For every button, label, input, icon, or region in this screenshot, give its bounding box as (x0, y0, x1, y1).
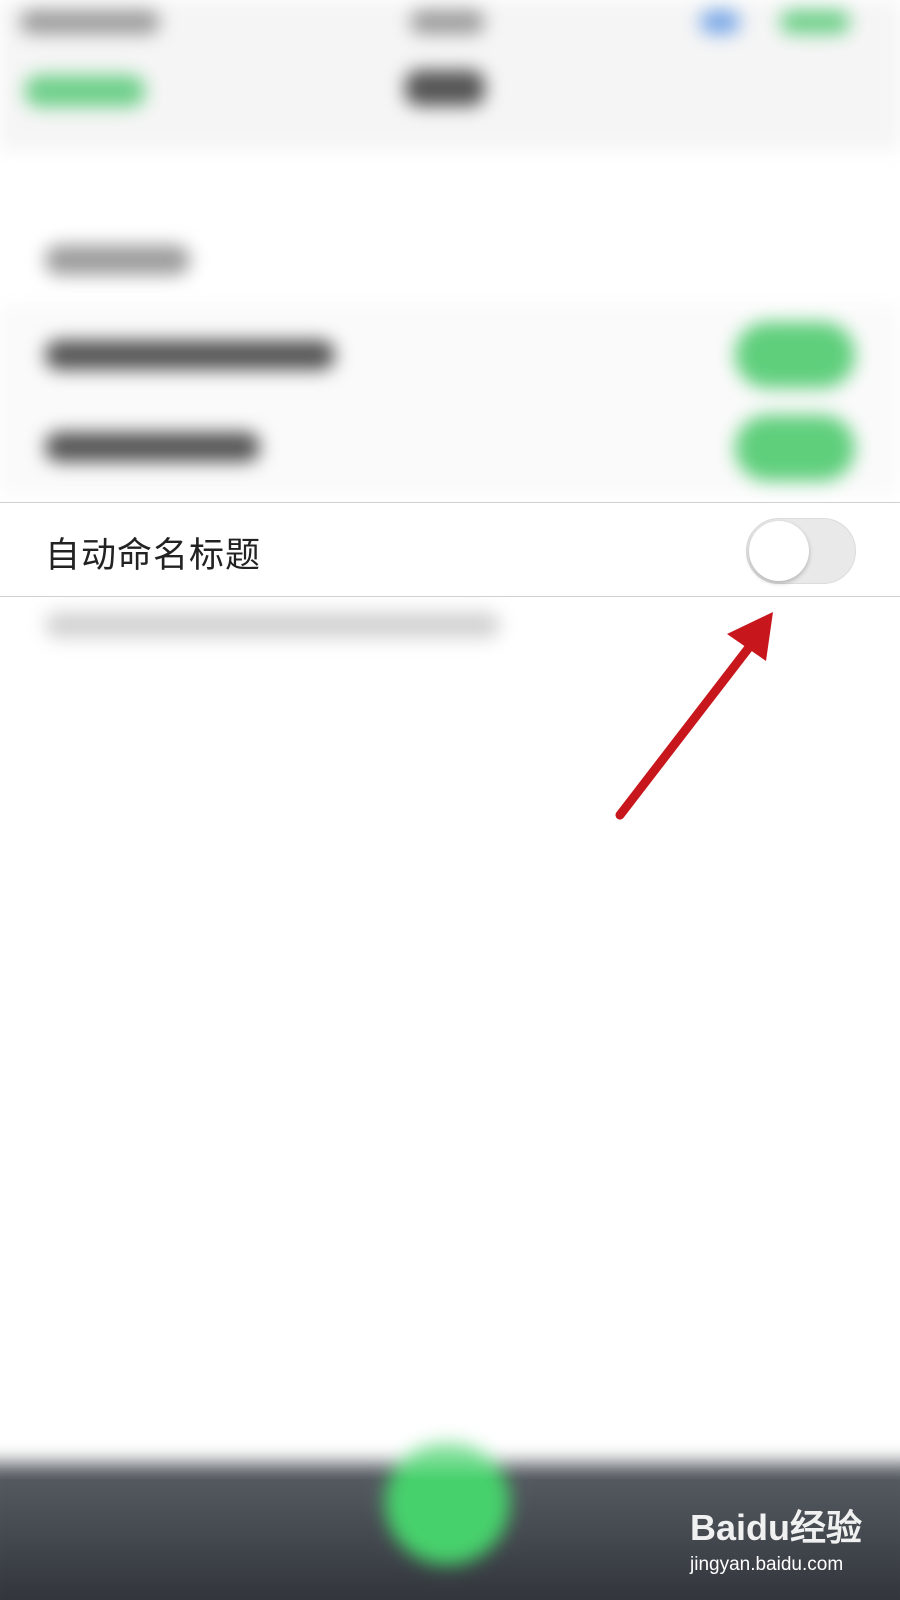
toggle-knob[interactable] (749, 521, 809, 581)
wm-brand-text: Baidu经验 (690, 1507, 862, 1548)
baidu-paw-logo-icon: Baidu经验 (690, 1507, 862, 1548)
status-location-blur (700, 10, 740, 34)
setting-row-auto-title: 自动命名标题 (0, 502, 900, 597)
watermark: Baidu经验 jingyan.baidu.com (690, 1500, 890, 1585)
description-blur (45, 612, 500, 638)
screen: 自动命名标题 Baidu经验 jingyan.baidu.com (0, 0, 900, 1600)
wm-url: jingyan.baidu.com (690, 1554, 844, 1575)
status-time-blur (20, 10, 160, 34)
back-button-blur (25, 75, 145, 107)
tab-bar-fade (0, 1400, 900, 1480)
row-2-label-blur (45, 432, 260, 462)
setting-label: 自动命名标题 (45, 536, 262, 576)
row-1-toggle-blur (735, 322, 855, 388)
nav-title-blur (405, 70, 485, 106)
status-carrier-blur (410, 10, 485, 34)
auto-title-toggle[interactable] (746, 518, 856, 584)
row-1-label-blur (45, 340, 335, 370)
blurred-background (0, 0, 900, 1600)
section-header-blur (45, 245, 190, 275)
row-2-toggle-blur (735, 415, 855, 481)
status-battery-blur (780, 10, 850, 34)
